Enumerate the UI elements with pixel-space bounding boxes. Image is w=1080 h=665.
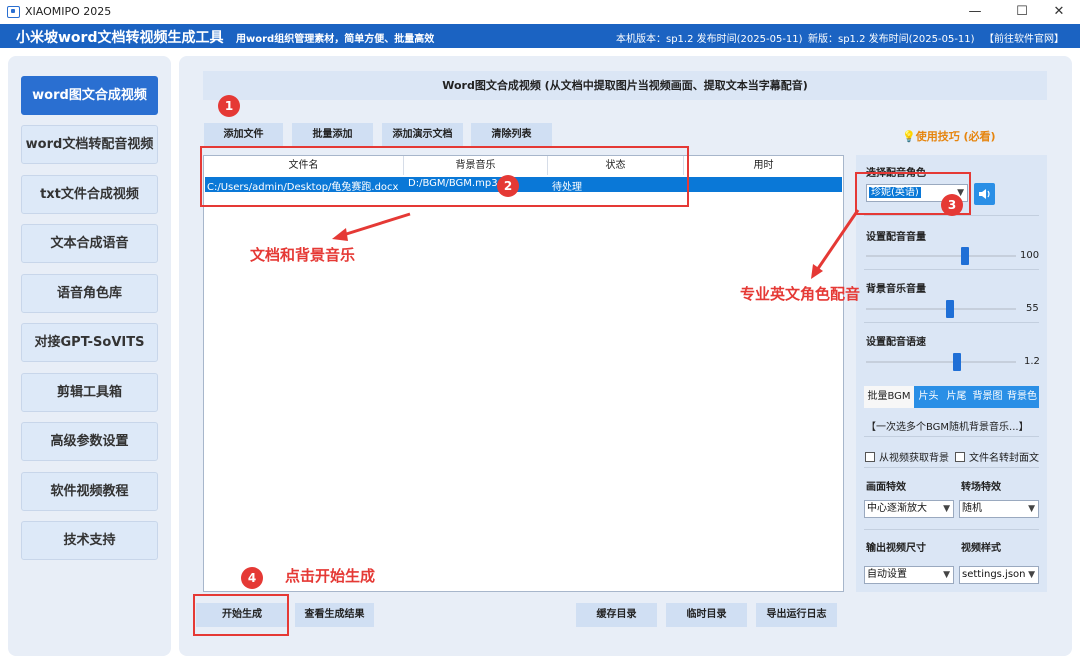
divider xyxy=(864,322,1039,323)
nav-voice-library[interactable]: 语音角色库 xyxy=(21,274,158,313)
file-table[interactable]: 文件名 背景音乐 状态 用时 C:/Users/admin/Desktop/龟兔… xyxy=(203,155,844,592)
bg-from-video-checkbox[interactable]: 从视频获取背景 xyxy=(865,449,949,464)
annotation-badge-1: 1 xyxy=(218,95,240,117)
website-link[interactable]: 【前往软件官网】 xyxy=(984,30,1064,45)
tab-outro[interactable]: 片尾 xyxy=(943,386,970,408)
output-size-label: 输出视频尺寸 xyxy=(866,543,926,554)
settings-panel xyxy=(856,155,1047,592)
divider xyxy=(864,269,1039,270)
minimize-button[interactable]: — xyxy=(954,0,996,24)
view-results-button[interactable]: 查看生成结果 xyxy=(295,603,374,627)
column-header-time[interactable]: 用时 xyxy=(684,156,843,175)
tab-intro[interactable]: 片头 xyxy=(914,386,943,408)
nav-word-dub-video[interactable]: word文档转配音视频 xyxy=(21,125,158,164)
bgm-volume-label: 背景音乐音量 xyxy=(866,284,926,295)
tips-link[interactable]: 💡使用技巧 (必看) xyxy=(902,128,996,144)
chevron-down-icon: ▼ xyxy=(943,570,950,580)
title-bar: XIAOMIPO 2025 — ☐ ✕ xyxy=(0,0,1080,24)
speed-label: 设置配音语速 xyxy=(866,337,926,348)
nav-txt-video[interactable]: txt文件合成视频 xyxy=(21,175,158,214)
speed-slider[interactable] xyxy=(866,353,1016,371)
annotation-box-table xyxy=(200,146,689,207)
annotation-badge-4: 4 xyxy=(241,567,263,589)
effect-value: 中心逐渐放大 xyxy=(867,503,927,514)
maximize-button[interactable]: ☐ xyxy=(1001,0,1043,24)
checkbox-box[interactable] xyxy=(955,452,965,462)
nav-gpt-sovits[interactable]: 对接GPT-SoVITS xyxy=(21,323,158,362)
tab-batch-bgm[interactable]: 批量BGM xyxy=(864,386,914,408)
page-title: Word图文合成视频 (从文档中提取图片当视频画面、提取文本当字幕配音) xyxy=(203,71,1047,100)
chevron-down-icon: ▼ xyxy=(1028,504,1035,514)
nav-edit-toolbox[interactable]: 剪辑工具箱 xyxy=(21,373,158,412)
speed-knob[interactable] xyxy=(953,353,961,371)
app-header: 小米坡word文档转视频生成工具 用word组织管理素材，简单方便、批量高效 本… xyxy=(0,24,1080,48)
window-title: XIAOMIPO 2025 xyxy=(25,5,112,18)
output-size-value: 自动设置 xyxy=(867,569,907,580)
chevron-down-icon: ▼ xyxy=(943,504,950,514)
local-version: 本机版本：sp1.2 发布时间(2025-05-11) xyxy=(616,34,803,45)
nav-text-to-speech[interactable]: 文本合成语音 xyxy=(21,224,158,263)
cache-dir-button[interactable]: 缓存目录 xyxy=(576,603,657,627)
filename-cover-label: 文件名转封面文 xyxy=(969,453,1039,464)
add-file-button[interactable]: 添加文件 xyxy=(204,123,283,146)
chevron-down-icon: ▼ xyxy=(1028,570,1035,580)
bgm-volume-knob[interactable] xyxy=(946,300,954,318)
app-icon xyxy=(7,6,20,18)
export-log-button[interactable]: 导出运行日志 xyxy=(756,603,837,627)
divider xyxy=(864,529,1039,530)
transition-label: 转场特效 xyxy=(961,482,1001,493)
effect-label: 画面特效 xyxy=(866,482,906,493)
annotation-click-start: 点击开始生成 xyxy=(285,567,376,585)
video-style-value: settings.json xyxy=(962,569,1026,580)
add-demo-button[interactable]: 添加演示文档 xyxy=(382,123,463,146)
sidebar: word图文合成视频 word文档转配音视频 txt文件合成视频 文本合成语音 … xyxy=(8,56,171,656)
app-name: 小米坡word文档转视频生成工具 xyxy=(16,30,224,46)
annotation-badge-3: 3 xyxy=(941,194,963,216)
nav-tech-support[interactable]: 技术支持 xyxy=(21,521,158,560)
annotation-badge-2: 2 xyxy=(497,175,519,197)
filename-cover-checkbox[interactable]: 文件名转封面文 xyxy=(955,449,1039,464)
speed-value: 1.2 xyxy=(1024,356,1040,367)
bg-from-video-label: 从视频获取背景 xyxy=(879,453,949,464)
bgm-volume-value: 55 xyxy=(1026,303,1039,314)
divider xyxy=(864,467,1039,468)
output-size-select[interactable]: 自动设置 ▼ xyxy=(864,566,954,584)
batch-add-button[interactable]: 批量添加 xyxy=(292,123,373,146)
voice-volume-label: 设置配音音量 xyxy=(866,232,926,243)
voice-volume-value: 100 xyxy=(1020,250,1040,261)
transition-select[interactable]: 随机 ▼ xyxy=(959,500,1039,518)
new-version: 新版：sp1.2 发布时间(2025-05-11) xyxy=(808,34,975,45)
bgm-volume-slider[interactable] xyxy=(866,300,1016,318)
close-button[interactable]: ✕ xyxy=(1038,0,1080,24)
nav-advanced-settings[interactable]: 高级参数设置 xyxy=(21,422,158,461)
tab-bg-color[interactable]: 背景色 xyxy=(1005,386,1039,408)
effect-select[interactable]: 中心逐渐放大 ▼ xyxy=(864,500,954,518)
video-style-label: 视频样式 xyxy=(961,543,1001,554)
bgm-multi-select-link[interactable]: 【一次选多个BGM随机背景音乐...】 xyxy=(866,418,1029,433)
clear-list-button[interactable]: 清除列表 xyxy=(471,123,552,146)
slogan: 用word组织管理素材，简单方便、批量高效 xyxy=(236,34,435,45)
speaker-icon[interactable] xyxy=(974,183,995,205)
temp-dir-button[interactable]: 临时目录 xyxy=(666,603,747,627)
transition-value: 随机 xyxy=(962,503,982,514)
voice-volume-knob[interactable] xyxy=(961,247,969,265)
checkbox-box[interactable] xyxy=(865,452,875,462)
nav-video-tutorial[interactable]: 软件视频教程 xyxy=(21,472,158,511)
tab-bg-image[interactable]: 背景图 xyxy=(970,386,1005,408)
annotation-box-start xyxy=(193,594,289,636)
annotation-doc-bgm: 文档和背景音乐 xyxy=(250,246,356,264)
divider xyxy=(864,436,1039,437)
annotation-english-voice: 专业英文角色配音 xyxy=(740,285,861,303)
nav-word-image-video[interactable]: word图文合成视频 xyxy=(21,76,158,115)
voice-volume-slider[interactable] xyxy=(866,247,1016,265)
video-style-select[interactable]: settings.json ▼ xyxy=(959,566,1039,584)
